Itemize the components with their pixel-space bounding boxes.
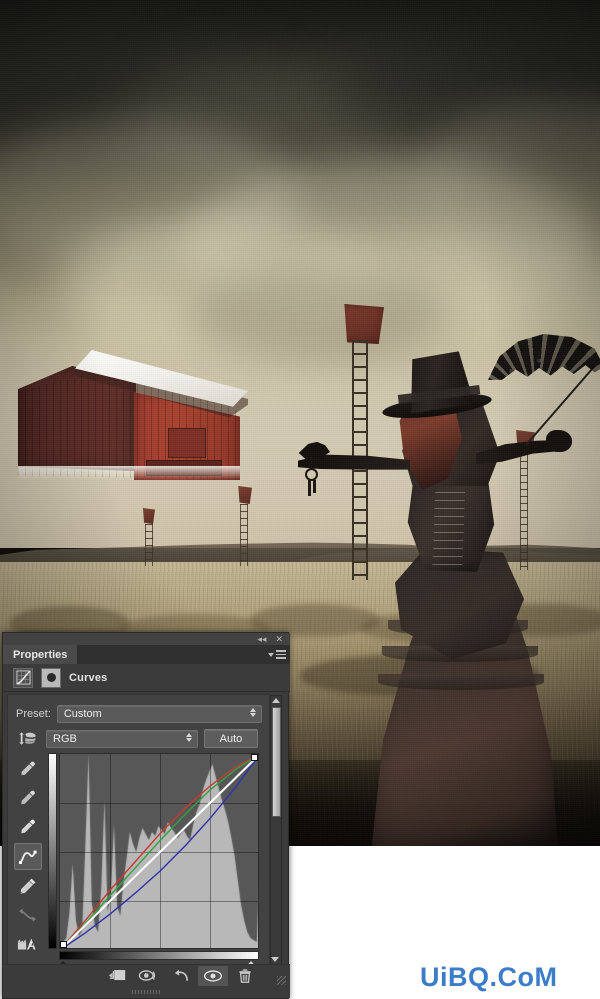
key [308, 480, 311, 496]
clip-to-layer-icon[interactable] [102, 966, 132, 986]
preset-select[interactable]: Custom [56, 705, 262, 723]
draw-pencil-curve-icon[interactable] [14, 872, 42, 899]
collapse-double-left-icon[interactable]: ◂◂ [257, 634, 266, 644]
panel-scrollbar[interactable] [270, 695, 282, 965]
auto-button[interactable]: Auto [204, 729, 258, 748]
panel-resize-corner[interactable] [277, 976, 286, 985]
adjustment-header: Curves [3, 664, 290, 692]
curve-lines [60, 754, 258, 948]
mask-dot-icon [46, 673, 56, 682]
stepper-icon[interactable] [250, 708, 256, 717]
floating-barn [18, 340, 248, 480]
sample-white-point-eyedropper-icon[interactable] [14, 814, 42, 841]
layer-mask-thumbnail[interactable] [41, 667, 61, 688]
stepper-icon[interactable] [186, 732, 192, 742]
channel-row: RGB Auto [16, 729, 262, 748]
panel-footer-toolbar [3, 964, 290, 986]
barn-snow-base [18, 466, 240, 480]
panel-body: Preset: Custom RGB Auto [7, 694, 270, 969]
delete-adjustment-layer-trash-icon[interactable] [230, 966, 260, 986]
on-image-adjustment-icon[interactable] [16, 729, 40, 748]
close-icon[interactable]: ✕ [275, 634, 283, 644]
scroll-down-arrow-icon[interactable] [271, 957, 279, 962]
sample-gray-point-eyedropper-icon[interactable] [14, 784, 42, 811]
scrollbar-thumb[interactable] [271, 707, 281, 817]
steampunk-woman [298, 334, 600, 846]
hanging-keys [303, 456, 321, 496]
white-point-control[interactable] [251, 754, 258, 761]
curves-tool-rail [13, 753, 43, 958]
view-previous-state-icon[interactable] [134, 966, 164, 986]
barn-door [168, 428, 206, 458]
hamburger-icon [276, 650, 286, 659]
black-point-control[interactable] [60, 941, 67, 948]
watermark: UiBQ.CoM [420, 962, 558, 992]
auto-button-label: Auto [219, 732, 243, 745]
channel-value: RGB [53, 732, 77, 745]
page-title: Curves [69, 671, 108, 684]
edit-points-curve-icon[interactable] [14, 842, 42, 871]
output-gradient-ramp [48, 753, 57, 949]
curves-icon[interactable] [13, 667, 33, 688]
curves-display-options-icon[interactable] [14, 931, 42, 958]
properties-panel[interactable]: ◂◂ ✕ Properties Curves Preset: Custom RG… [2, 632, 290, 999]
parasol-shaft [526, 366, 600, 446]
scroll-up-arrow-icon[interactable] [272, 698, 280, 703]
key-ring [305, 468, 318, 481]
preset-row: Preset: Custom [16, 705, 262, 723]
sample-black-point-eyedropper-icon[interactable] [14, 755, 42, 782]
curves-grid[interactable] [59, 753, 259, 949]
distant-ladder [240, 504, 248, 566]
reset-adjustment-icon[interactable] [166, 966, 196, 986]
panel-tab-strip: Properties [3, 645, 290, 664]
screenshot-root: ◂◂ ✕ Properties Curves Preset: Custom RG… [0, 0, 600, 999]
tab-properties[interactable]: Properties [3, 645, 78, 664]
input-gradient-ramp [59, 951, 259, 960]
smooth-curve-icon[interactable] [14, 901, 42, 928]
preset-value: Custom [63, 708, 102, 720]
chevron-down-icon [268, 652, 274, 657]
distant-ladder [145, 524, 153, 566]
tab-properties-label: Properties [13, 648, 68, 661]
panel-drag-grip[interactable] [3, 986, 290, 998]
toggle-layer-visibility-eye-icon[interactable] [198, 965, 228, 986]
preset-label: Preset: [16, 708, 51, 720]
key [313, 480, 316, 493]
tab-strip-filler [77, 645, 264, 664]
panel-menu-icon[interactable] [264, 645, 290, 664]
corset-lacing [432, 476, 466, 568]
panel-title-bar: ◂◂ ✕ [3, 633, 290, 645]
curves-graph[interactable] [48, 753, 260, 969]
skirt-ruffle [378, 674, 544, 690]
channel-select[interactable]: RGB [46, 729, 198, 748]
